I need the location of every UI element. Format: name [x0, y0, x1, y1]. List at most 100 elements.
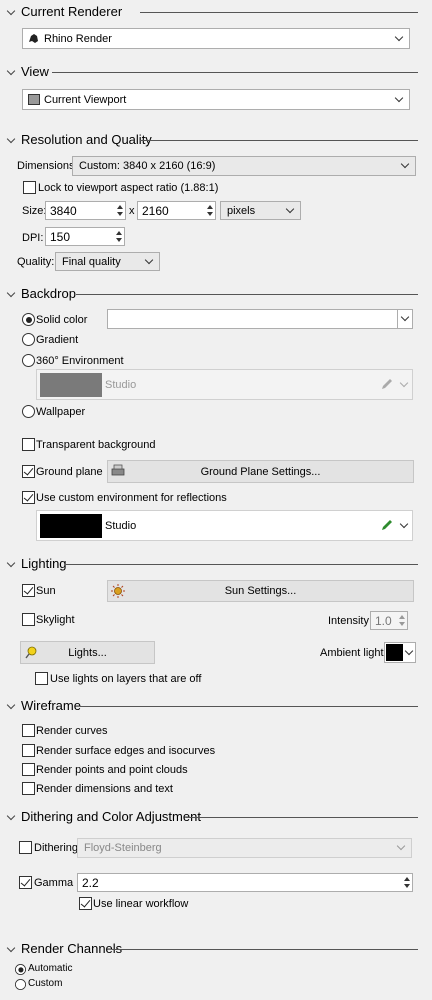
ground-plane-label: Ground plane — [36, 466, 103, 478]
spin-down-icon[interactable] — [207, 212, 213, 216]
spin-down-icon[interactable] — [404, 884, 410, 888]
section-backdrop[interactable]: Backdrop — [0, 286, 432, 302]
chevron-down-icon — [399, 519, 409, 528]
dimensions-value: Custom: 3840 x 2160 (16:9) — [79, 160, 216, 172]
intensity-input[interactable]: 1.0 — [370, 611, 408, 630]
lights-button[interactable]: Lights... — [20, 641, 155, 664]
custom-env-selector[interactable]: Studio — [36, 510, 413, 541]
linear-workflow-checkbox[interactable] — [79, 897, 92, 910]
environment-radio[interactable] — [22, 354, 35, 367]
dithering-label: Dithering: — [34, 842, 82, 854]
render-curves-checkbox[interactable] — [22, 724, 35, 737]
intensity-label: Intensity: — [328, 615, 373, 627]
chevron-down-icon — [394, 93, 404, 102]
section-title: Resolution and Quality — [21, 132, 158, 148]
section-title: Wireframe — [21, 698, 87, 714]
transparent-bg-checkbox[interactable] — [22, 438, 35, 451]
height-value: 2160 — [142, 203, 169, 218]
lock-aspect-label: Lock to viewport aspect ratio (1.88:1) — [38, 182, 219, 194]
chevron-down-icon — [6, 558, 16, 568]
pencil-icon[interactable] — [380, 518, 394, 532]
chevron-down-icon — [400, 312, 410, 322]
gamma-value: 2.2 — [82, 875, 99, 890]
section-divider — [112, 949, 418, 950]
section-current-renderer[interactable]: Current Renderer — [0, 4, 432, 20]
quality-value: Final quality — [62, 255, 121, 268]
spin-up-icon[interactable] — [116, 231, 122, 235]
height-input[interactable]: 2160 — [137, 201, 216, 220]
section-divider — [186, 817, 418, 818]
skylight-checkbox[interactable] — [22, 613, 35, 626]
linear-workflow-label: Use linear workflow — [93, 898, 189, 910]
units-dropdown[interactable]: pixels — [220, 201, 301, 220]
dithering-checkbox[interactable] — [19, 841, 32, 854]
ground-plane-checkbox[interactable] — [22, 465, 35, 478]
environment-selector[interactable]: Studio — [36, 369, 413, 400]
spin-down-icon[interactable] — [117, 212, 123, 216]
section-wireframe[interactable]: Wireframe — [0, 698, 432, 714]
chevron-down-icon — [394, 32, 404, 41]
solid-color-picker[interactable] — [107, 309, 413, 329]
chevron-down-icon — [285, 204, 295, 213]
spin-up-icon[interactable] — [404, 877, 410, 881]
render-edges-label: Render surface edges and isocurves — [36, 745, 216, 757]
gamma-label: Gamma — [34, 877, 74, 889]
render-dimensions-label: Render dimensions and text — [36, 783, 173, 795]
chevron-down-icon — [399, 378, 409, 387]
chevron-down-icon — [6, 811, 16, 821]
section-lighting[interactable]: Lighting — [0, 556, 432, 572]
ambient-light-label: Ambient light: — [320, 647, 387, 659]
transparent-bg-label: Transparent background — [36, 439, 156, 451]
dimensions-label: Dimensions: — [17, 160, 78, 172]
dimensions-dropdown[interactable]: Custom: 3840 x 2160 (16:9) — [72, 156, 416, 176]
sun-checkbox[interactable] — [22, 584, 35, 597]
dpi-label: DPI: — [22, 232, 44, 244]
lock-aspect-checkbox[interactable] — [23, 181, 36, 194]
custom-radio[interactable] — [14, 978, 27, 991]
dithering-dropdown[interactable]: Floyd-Steinberg — [77, 838, 412, 858]
solid-color-label: Solid color — [36, 314, 88, 326]
automatic-radio[interactable] — [14, 963, 27, 976]
quality-dropdown[interactable]: Final quality — [55, 252, 160, 271]
render-curves-label: Render curves — [36, 725, 108, 737]
section-resolution[interactable]: Resolution and Quality — [0, 132, 432, 148]
width-input[interactable]: 3840 — [45, 201, 126, 220]
ground-plane-settings-button[interactable]: Ground Plane Settings... — [107, 460, 414, 483]
dropdown-divider — [397, 310, 398, 328]
ambient-light-picker[interactable] — [384, 642, 416, 663]
chevron-down-icon — [400, 159, 410, 169]
dpi-input[interactable]: 150 — [45, 227, 125, 246]
renderer-dropdown[interactable]: Rhino Render — [22, 28, 410, 49]
render-dimensions-checkbox[interactable] — [22, 782, 35, 795]
environment-swatch — [40, 373, 102, 397]
section-dithering[interactable]: Dithering and Color Adjustment — [0, 809, 432, 825]
viewport-icon — [28, 94, 40, 105]
custom-env-checkbox[interactable] — [22, 491, 35, 504]
ambient-light-swatch — [386, 644, 403, 661]
pencil-icon[interactable] — [380, 377, 394, 391]
gamma-checkbox[interactable] — [19, 876, 32, 889]
view-dropdown[interactable]: Current Viewport — [22, 89, 410, 110]
gradient-radio[interactable] — [22, 333, 35, 346]
section-title: View — [21, 64, 55, 80]
spin-up-icon[interactable] — [207, 205, 213, 209]
render-edges-checkbox[interactable] — [22, 744, 35, 757]
section-view[interactable]: View — [0, 64, 432, 80]
render-points-checkbox[interactable] — [22, 763, 35, 776]
automatic-label: Automatic — [28, 963, 73, 974]
solid-color-radio[interactable] — [22, 313, 35, 326]
gradient-label: Gradient — [36, 334, 79, 346]
spin-up-icon[interactable] — [399, 615, 405, 619]
lights-off-layers-checkbox[interactable] — [35, 672, 48, 685]
section-divider — [140, 140, 418, 141]
spin-down-icon[interactable] — [116, 238, 122, 242]
wallpaper-radio[interactable] — [22, 405, 35, 418]
gamma-input[interactable]: 2.2 — [77, 873, 413, 892]
spin-down-icon[interactable] — [399, 622, 405, 626]
section-title: Lighting — [21, 556, 73, 572]
section-render-channels[interactable]: Render Channels — [0, 941, 432, 957]
chevron-down-icon — [6, 700, 16, 710]
render-points-label: Render points and point clouds — [36, 764, 188, 776]
sun-settings-button[interactable]: Sun Settings... — [107, 580, 414, 602]
spin-up-icon[interactable] — [117, 205, 123, 209]
